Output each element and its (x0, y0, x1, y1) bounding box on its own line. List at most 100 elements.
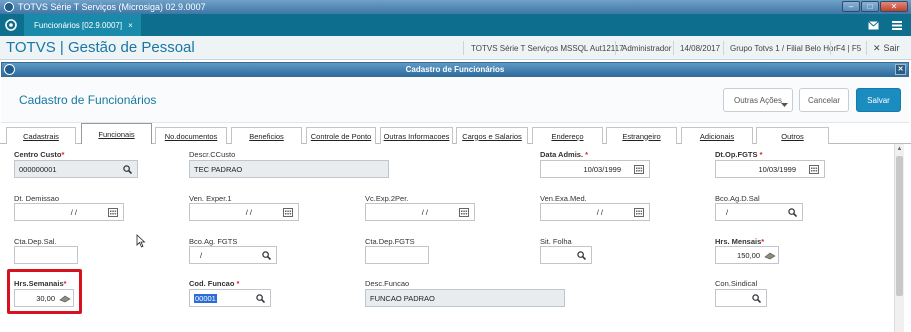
centro-custo-value: 000000001 (19, 164, 57, 174)
divider (830, 41, 831, 55)
search-icon[interactable] (260, 250, 272, 261)
cancel-button[interactable]: Cancelar (799, 88, 849, 112)
ven-exa-med-field[interactable]: / / (540, 203, 650, 221)
minimize-button[interactable]: – (842, 1, 860, 12)
bco-ag-fgts-field[interactable]: / (189, 246, 277, 264)
desc-funcao-label: Desc.Funcao (365, 279, 410, 288)
scrollbar-thumb[interactable] (896, 156, 903, 296)
highlight-box (7, 269, 82, 314)
sit-folha-field[interactable] (540, 246, 592, 264)
calendar-icon[interactable] (282, 207, 294, 218)
dialog-window-title: Cadastro de Funcionários (405, 65, 505, 74)
tab-funcionarios[interactable]: Funcionários [02.9.0007] × (24, 14, 141, 36)
date-label: 14/08/2017 (680, 43, 721, 53)
dt-op-fgts-label: Dt.Op.FGTS * (715, 150, 763, 159)
cod-funcao-value: 00001 (194, 293, 217, 303)
window-title-bar: TOTVS Série T Serviços (Microsiga) 02.9.… (0, 0, 911, 14)
dialog-title: Cadastro de Funcionários (19, 93, 157, 107)
calendar-icon[interactable] (808, 164, 820, 175)
app-header: TOTVS | Gestão de Pessoal TOTVS Série T … (0, 36, 911, 60)
con-sindical-field[interactable] (715, 289, 767, 307)
search-icon[interactable] (750, 293, 762, 304)
tab-beneficios[interactable]: Beneficios (231, 127, 302, 144)
con-sindical-label: Con.Sindical (715, 279, 758, 288)
tab-cadastrais[interactable]: Cadastrais (6, 127, 76, 144)
cod-funcao-field[interactable]: 00001 (189, 289, 271, 307)
calculator-icon[interactable] (764, 250, 776, 261)
user-label: Administrador (622, 43, 672, 53)
totvs-logo-icon (4, 64, 15, 75)
cta-dep-sal-field[interactable] (14, 246, 78, 264)
hrs-mensais-label: Hrs. Mensais* (715, 237, 765, 246)
exit-button[interactable]: ✕ Sair (873, 36, 900, 60)
close-window-button[interactable]: ✕ (880, 1, 908, 12)
tab-cargos-e-salarios[interactable]: Cargos e Salarios (456, 127, 528, 144)
dt-op-fgts-field[interactable]: 10/03/1999 (715, 160, 825, 178)
mouse-cursor-icon (136, 234, 146, 248)
dt-demissao-value: / / (70, 207, 77, 217)
cancel-label: Cancelar (807, 95, 840, 105)
tab-label: Funcionários [02.9.0007] (34, 20, 123, 30)
tab-no-documentos[interactable]: No.documentos (155, 127, 227, 144)
calendar-icon[interactable] (633, 207, 645, 218)
hrs-mensais-value: 150,00 (737, 250, 760, 260)
close-icon: ✕ (873, 42, 881, 53)
data-admis-field[interactable]: 10/03/1999 (540, 160, 650, 178)
descr-ccusto-label: Descr.CCusto (189, 150, 236, 159)
search-icon[interactable] (786, 207, 798, 218)
shortcuts-label: F4 | F5 (836, 43, 862, 53)
environment-label: TOTVS Série T Serviços MSSQL Aut12117 (471, 43, 624, 53)
calendar-icon[interactable] (633, 164, 645, 175)
tab-close-icon[interactable]: × (128, 21, 133, 30)
more-actions-button[interactable]: Outras Ações (723, 88, 793, 112)
window-title: TOTVS Série T Serviços (Microsiga) 02.9.… (18, 2, 206, 12)
menu-icon[interactable] (886, 14, 908, 36)
search-icon[interactable] (121, 164, 133, 175)
cta-dep-fgts-field[interactable] (365, 246, 429, 264)
vc-exp-2per-label: Vc.Exp.2Per. (365, 194, 409, 203)
ven-exa-med-value: / / (596, 207, 603, 217)
desc-funcao-field: FUNCAO PADRAO (365, 289, 565, 307)
tab-funcionais[interactable]: Funcionais (81, 123, 152, 145)
tab-estrangeiro[interactable]: Estrangeiro (606, 127, 677, 144)
bco-ag-d-sal-field[interactable]: / (715, 203, 803, 221)
vc-exp-2per-field[interactable]: / / (365, 203, 475, 221)
calendar-icon[interactable] (107, 207, 119, 218)
descr-ccusto-field: TEC PADRAO (189, 160, 389, 178)
maximize-button[interactable]: □ (861, 1, 879, 12)
dialog-title-bar: Cadastro de Funcionários ✕ (1, 62, 909, 77)
tab-outros[interactable]: Outros (756, 127, 829, 144)
dt-demissao-field[interactable]: / / (14, 203, 124, 221)
scroll-up-icon[interactable]: ▲ (896, 146, 903, 152)
ven-exper1-value: / / (245, 207, 252, 217)
dialog-close-button[interactable]: ✕ (895, 64, 906, 75)
ven-exper1-field[interactable]: / / (189, 203, 299, 221)
divider (615, 41, 616, 55)
cta-dep-sal-label: Cta.Dep.Sal. (14, 237, 57, 246)
cta-dep-fgts-label: Cta.Dep.FGTS (365, 237, 415, 246)
tab-adicionais[interactable]: Adicionais (681, 127, 753, 144)
bco-ag-fgts-label: Bco.Ag. FGTS (189, 237, 238, 246)
centro-custo-field[interactable]: 000000001 (14, 160, 138, 178)
data-admis-value: 10/03/1999 (583, 164, 621, 174)
tab-endereco[interactable]: Endereço (532, 127, 603, 144)
mail-icon[interactable] (862, 14, 884, 36)
save-button[interactable]: Salvar (856, 88, 901, 112)
search-icon[interactable] (575, 250, 587, 261)
chevron-down-icon (781, 103, 788, 107)
calendar-icon[interactable] (458, 207, 470, 218)
divider (866, 41, 867, 55)
desc-funcao-value: FUNCAO PADRAO (370, 293, 435, 303)
tab-outras-informacoes[interactable]: Outras Informacoes (380, 127, 453, 144)
dt-demissao-label: Dt. Demissao (14, 194, 60, 203)
home-icon[interactable] (0, 14, 22, 36)
more-actions-label: Outras Ações (733, 95, 783, 105)
search-icon[interactable] (254, 293, 266, 304)
bco-ag-fgts-value: / (200, 250, 203, 260)
vertical-scrollbar[interactable]: ▲ (894, 144, 904, 332)
app-tab-bar: Funcionários [02.9.0007] × (0, 14, 911, 36)
save-label: Salvar (867, 95, 890, 105)
folder-tabs: Cadastrais Funcionais No.documentos Bene… (0, 123, 911, 145)
hrs-mensais-field[interactable]: 150,00 (715, 246, 779, 264)
tab-controle-de-ponto[interactable]: Controle de Ponto (306, 127, 376, 144)
